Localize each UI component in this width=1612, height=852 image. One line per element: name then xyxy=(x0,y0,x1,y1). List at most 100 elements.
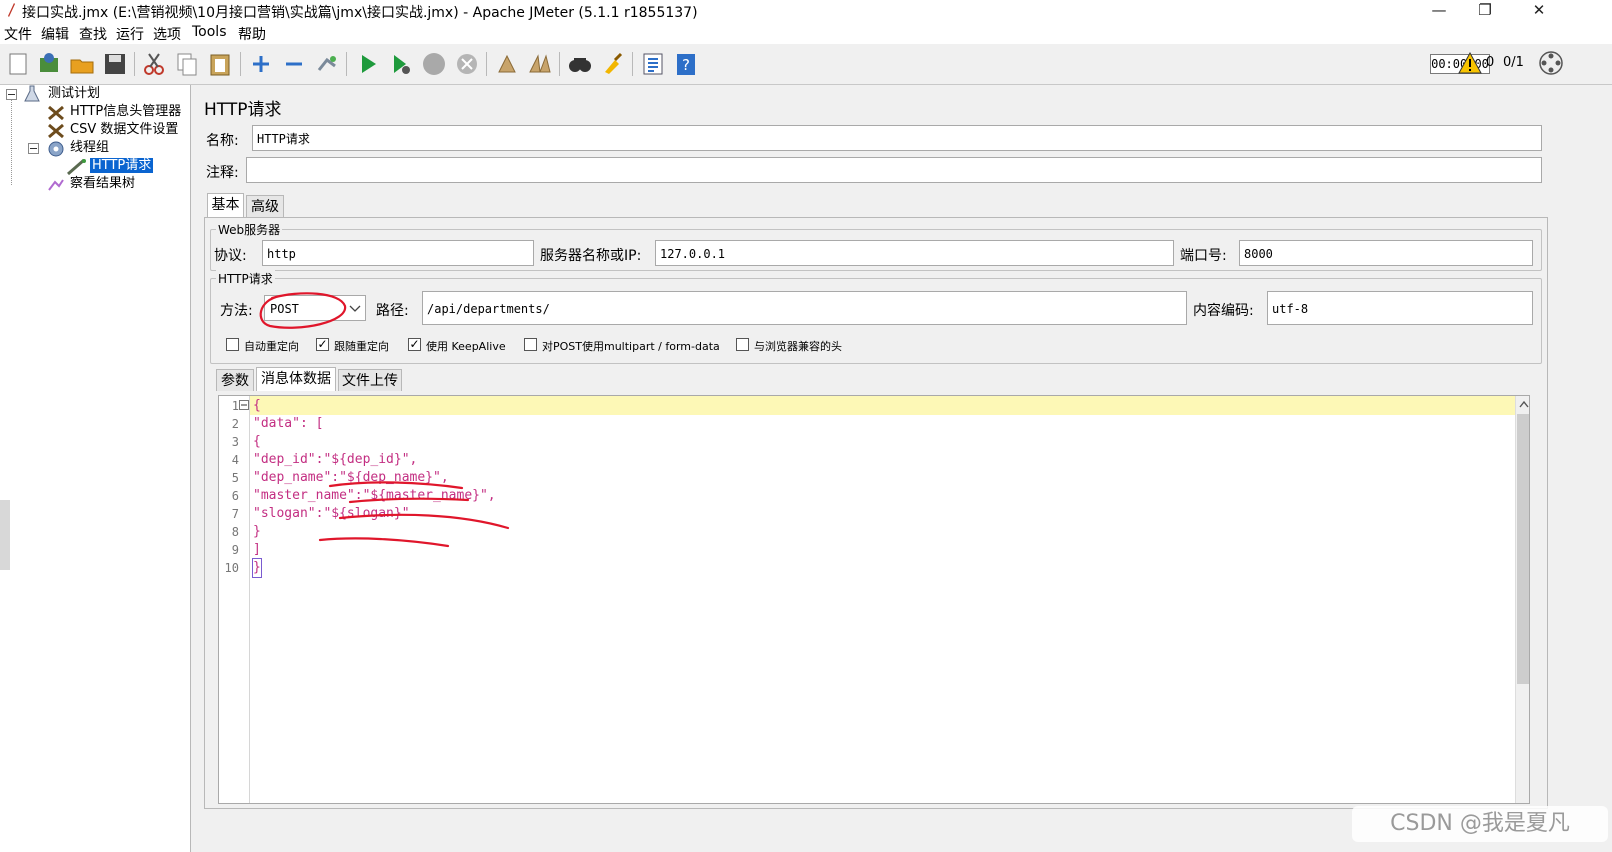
clear-icon[interactable] xyxy=(493,50,521,78)
close-button[interactable]: ✕ xyxy=(1516,0,1562,22)
keepalive-checkbox[interactable]: ✓ xyxy=(408,338,421,351)
test-plan-flask-icon xyxy=(24,85,40,102)
splitter-handle[interactable] xyxy=(0,500,10,570)
http-request-legend: HTTP请求 xyxy=(216,270,275,287)
fold-icon[interactable] xyxy=(239,400,249,410)
code-line: "data": [ xyxy=(253,416,324,431)
toggle-icon[interactable] xyxy=(313,50,341,78)
path-input[interactable]: /api/departments/ xyxy=(422,291,1187,325)
menu-options[interactable]: 选项 xyxy=(153,24,181,44)
help-icon[interactable]: ? xyxy=(672,50,700,78)
error-count: 0 xyxy=(1486,55,1495,70)
minimize-button[interactable]: — xyxy=(1416,0,1462,22)
method-value: POST xyxy=(270,302,299,316)
tree-node-view-results-tree[interactable]: 察看结果树 xyxy=(70,175,135,193)
tree-node-test-plan[interactable]: 测试计划 xyxy=(48,85,100,103)
tree-node-header-manager[interactable]: HTTP信息头管理器 xyxy=(70,103,181,121)
menu-help[interactable]: 帮助 xyxy=(238,24,266,44)
auto-redirect-checkbox[interactable] xyxy=(226,338,239,351)
save-icon[interactable] xyxy=(101,50,129,78)
tab-advanced[interactable]: 高级 xyxy=(246,195,284,217)
browser-compatible-checkbox[interactable] xyxy=(736,338,749,351)
line-number: 5 xyxy=(231,471,239,485)
menu-run[interactable]: 运行 xyxy=(116,24,144,44)
name-input[interactable]: HTTP请求 xyxy=(252,125,1542,151)
window-title: 接口实战.jmx (E:\营销视频\10月接口营销\实战篇\jmx\接口实战.j… xyxy=(22,5,698,21)
open-icon[interactable] xyxy=(68,50,96,78)
comment-label: 注释: xyxy=(206,165,239,181)
shutdown-icon[interactable] xyxy=(453,50,481,78)
scroll-up-icon[interactable] xyxy=(1519,400,1529,408)
code-line: "dep_id":"${dep_id}", xyxy=(253,452,418,467)
paste-icon[interactable] xyxy=(206,50,234,78)
line-number: 8 xyxy=(231,525,239,539)
protocol-input[interactable]: http xyxy=(262,240,534,266)
collapse-icon[interactable] xyxy=(280,50,308,78)
templates-icon[interactable] xyxy=(35,50,63,78)
editor-scrollbar[interactable] xyxy=(1515,396,1529,803)
subtab-files-upload[interactable]: 文件上传 xyxy=(338,369,402,391)
remote-status-icon xyxy=(1539,51,1563,75)
encoding-label: 内容编码: xyxy=(1193,303,1254,319)
toolbar-separator xyxy=(632,52,633,76)
tree-node-csv-data-set[interactable]: CSV 数据文件设置 xyxy=(70,121,178,139)
new-icon[interactable] xyxy=(4,50,32,78)
collapse-toggle-icon[interactable] xyxy=(6,89,17,100)
server-input[interactable]: 127.0.0.1 xyxy=(655,240,1174,266)
path-label: 路径: xyxy=(376,303,409,319)
web-server-legend: Web服务器 xyxy=(216,221,283,238)
reset-search-icon[interactable] xyxy=(599,50,627,78)
tool-icon xyxy=(48,123,64,139)
code-line: "slogan":"${slogan}" xyxy=(253,506,410,521)
menu-search[interactable]: 查找 xyxy=(79,24,107,44)
server-label: 服务器名称或IP: xyxy=(540,248,642,264)
tree-node-label: HTTP请求 xyxy=(90,158,154,173)
cut-icon[interactable] xyxy=(140,50,168,78)
protocol-label: 协议: xyxy=(214,248,247,264)
toolbar-separator xyxy=(240,52,241,76)
menu-edit[interactable]: 编辑 xyxy=(41,24,69,44)
stop-icon[interactable] xyxy=(420,50,448,78)
multipart-label: 对POST使用multipart / form-data xyxy=(542,340,720,353)
function-helper-icon[interactable] xyxy=(639,50,667,78)
subtab-parameters[interactable]: 参数 xyxy=(216,369,254,391)
toolbar-separator xyxy=(559,52,560,76)
menu-file[interactable]: 文件 xyxy=(4,24,32,44)
start-icon[interactable] xyxy=(354,50,382,78)
tree-node-thread-group[interactable]: 线程组 xyxy=(70,139,109,157)
test-plan-tree: 测试计划 HTTP信息头管理器 CSV 数据文件设置 线程组 HTTP请求 察看… xyxy=(0,85,191,852)
toolbar-separator xyxy=(134,52,135,76)
comment-input[interactable] xyxy=(246,157,1542,183)
code-line-caret: } xyxy=(252,558,262,578)
scroll-thumb[interactable] xyxy=(1517,414,1529,684)
tree-node-http-request[interactable]: HTTP请求 xyxy=(90,157,154,175)
start-no-pauses-icon[interactable] xyxy=(387,50,415,78)
tab-basic[interactable]: 基本 xyxy=(207,193,244,217)
warning-icon[interactable] xyxy=(1458,52,1482,74)
code-line: { xyxy=(253,398,261,413)
follow-redirect-label: 跟随重定向 xyxy=(334,340,389,353)
listener-icon xyxy=(48,179,64,191)
menu-bar: 文件 编辑 查找 运行 选项 Tools 帮助 xyxy=(0,22,1612,44)
follow-redirect-checkbox[interactable]: ✓ xyxy=(316,338,329,351)
clear-all-icon[interactable] xyxy=(526,50,554,78)
search-icon[interactable] xyxy=(566,50,594,78)
expand-icon[interactable] xyxy=(247,50,275,78)
subtab-body-data[interactable]: 消息体数据 xyxy=(256,367,336,391)
menu-tools[interactable]: Tools xyxy=(192,24,227,40)
maximize-button[interactable]: ❐ xyxy=(1462,0,1508,22)
title-bar: 接口实战.jmx (E:\营销视频\10月接口营销\实战篇\jmx\接口实战.j… xyxy=(0,0,1612,22)
encoding-input[interactable]: utf-8 xyxy=(1267,291,1533,325)
toolbar-separator xyxy=(346,52,347,76)
port-label: 端口号: xyxy=(1180,248,1227,264)
copy-icon[interactable] xyxy=(173,50,201,78)
multipart-checkbox[interactable] xyxy=(524,338,537,351)
body-data-editor[interactable]: 1 2 3 4 5 6 7 8 9 10 { "data": [ { "dep_… xyxy=(218,395,1530,804)
collapse-toggle-icon[interactable] xyxy=(28,143,39,154)
line-number: 4 xyxy=(231,453,239,467)
code-line: { xyxy=(253,434,261,449)
method-select[interactable]: POST xyxy=(264,295,366,321)
toolbar-separator xyxy=(486,52,487,76)
line-number: 7 xyxy=(231,507,239,521)
port-input[interactable]: 8000 xyxy=(1239,240,1533,266)
